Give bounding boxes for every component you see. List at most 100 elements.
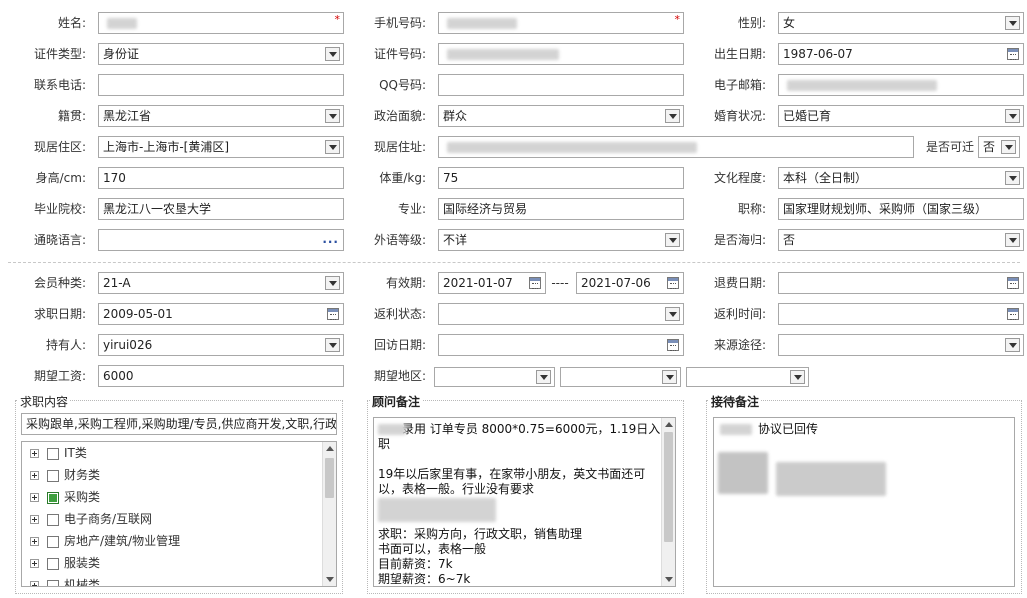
tree-scrollbar[interactable] <box>322 442 336 586</box>
expand-icon[interactable] <box>30 581 39 586</box>
idtype-select[interactable]: 身份证 <box>98 43 344 65</box>
scroll-up-icon[interactable] <box>665 422 673 427</box>
tree-item[interactable]: IT类 <box>30 442 87 464</box>
overseas-value: 否 <box>783 233 796 247</box>
chevron-down-icon[interactable] <box>1005 16 1020 30</box>
birth-date-field[interactable]: 1987-06-07 <box>778 43 1024 65</box>
chevron-down-icon[interactable] <box>325 47 340 61</box>
tree-item[interactable]: 房地产/建筑/物业管理 <box>30 530 180 552</box>
chevron-down-icon[interactable] <box>790 370 805 384</box>
tree-item[interactable]: 采购类 <box>30 486 100 508</box>
expand-icon[interactable] <box>30 449 39 458</box>
calendar-icon[interactable] <box>667 277 679 289</box>
school-field[interactable]: 黑龙江八一农垦大学 <box>98 198 344 220</box>
marital-value: 已婚已育 <box>783 109 832 123</box>
area-city-select[interactable] <box>560 367 681 387</box>
scroll-down-icon[interactable] <box>326 577 334 582</box>
chevron-down-icon[interactable] <box>665 233 680 247</box>
gender-select[interactable]: 女 <box>778 12 1024 34</box>
chevron-down-icon[interactable] <box>1005 233 1020 247</box>
checkbox[interactable] <box>47 469 59 482</box>
consultant-notes-textarea[interactable]: 录用 订单专员 8000*0.75=6000元，1.19日入 职 19年以后家里… <box>373 417 676 587</box>
native-select[interactable]: 黑龙江省 <box>98 105 344 127</box>
job-summary-field[interactable]: 采购跟单,采购工程师,采购助理/专员,供应商开发,文职,行政 <box>21 413 337 435</box>
checkbox[interactable] <box>47 557 59 570</box>
politics-select[interactable]: 群众 <box>438 105 684 127</box>
calendar-icon[interactable] <box>529 277 541 289</box>
checkbox[interactable] <box>47 579 59 586</box>
language-field[interactable]: ··· <box>98 229 344 251</box>
qq-field[interactable] <box>438 74 684 96</box>
weight-field[interactable]: 75 <box>438 167 684 189</box>
major-field[interactable]: 国际经济与贸易 <box>438 198 684 220</box>
notes-scrollbar[interactable] <box>661 418 675 586</box>
address-field[interactable] <box>438 136 914 158</box>
visit-date-field[interactable] <box>438 334 684 356</box>
jobdate-field[interactable]: 2009-05-01 <box>98 303 344 325</box>
foreign-select[interactable]: 不详 <box>438 229 684 251</box>
calendar-icon[interactable] <box>667 339 679 351</box>
title-field[interactable]: 国家理财规划师、采购师（国家三级） <box>778 198 1024 220</box>
scroll-up-icon[interactable] <box>326 446 334 451</box>
refund-date-field[interactable] <box>778 272 1024 294</box>
calendar-icon[interactable] <box>1007 308 1019 320</box>
idno-field[interactable] <box>438 43 684 65</box>
more-icon[interactable]: ··· <box>322 232 339 250</box>
chevron-down-icon[interactable] <box>1005 338 1020 352</box>
checkbox-checked[interactable] <box>47 491 59 504</box>
rebate-time-field[interactable] <box>778 303 1024 325</box>
chevron-down-icon[interactable] <box>1001 140 1016 154</box>
scroll-thumb[interactable] <box>325 458 334 498</box>
valid-from-field[interactable]: 2021-01-07 <box>438 272 546 294</box>
expand-icon[interactable] <box>30 537 39 546</box>
chevron-down-icon[interactable] <box>325 338 340 352</box>
member-type-select[interactable]: 21-A <box>98 272 344 294</box>
job-category-tree[interactable]: IT类 财务类 采购类 电子商务/互联网 房地产/建筑/物业管理 服装类 机械类 <box>21 441 337 587</box>
email-field[interactable] <box>778 74 1024 96</box>
tree-item[interactable]: 电子商务/互联网 <box>30 508 152 530</box>
chevron-down-icon[interactable] <box>1005 171 1020 185</box>
tree-item[interactable]: 服装类 <box>30 552 100 574</box>
marital-select[interactable]: 已婚已育 <box>778 105 1024 127</box>
expand-icon[interactable] <box>30 559 39 568</box>
scroll-down-icon[interactable] <box>665 577 673 582</box>
expand-icon[interactable] <box>30 471 39 480</box>
phone-field[interactable]: * <box>438 12 684 34</box>
expand-icon[interactable] <box>30 515 39 524</box>
name-field[interactable]: * <box>98 12 344 34</box>
source-select[interactable] <box>778 334 1024 356</box>
expand-icon[interactable] <box>30 493 39 502</box>
checkbox[interactable] <box>47 513 59 526</box>
note-line: 职 <box>378 437 391 451</box>
holder-select[interactable]: yirui026 <box>98 334 344 356</box>
scroll-thumb[interactable] <box>664 432 673 542</box>
tree-item[interactable]: 机械类 <box>30 574 100 586</box>
area-district-select[interactable] <box>686 367 809 387</box>
education-select[interactable]: 本科（全日制） <box>778 167 1024 189</box>
checkbox[interactable] <box>47 447 59 460</box>
chevron-down-icon[interactable] <box>665 307 680 321</box>
residence-select[interactable]: 上海市-上海市-[黄浦区] <box>98 136 344 158</box>
checkbox[interactable] <box>47 535 59 548</box>
salary-field[interactable]: 6000 <box>98 365 344 387</box>
chevron-down-icon[interactable] <box>325 109 340 123</box>
politics-value: 群众 <box>443 109 468 123</box>
calendar-icon[interactable] <box>1007 48 1019 60</box>
chevron-down-icon[interactable] <box>325 140 340 154</box>
reception-notes-textarea[interactable]: 协议已回传 <box>713 417 1015 587</box>
chevron-down-icon[interactable] <box>662 370 677 384</box>
chevron-down-icon[interactable] <box>325 276 340 290</box>
tel-field[interactable] <box>98 74 344 96</box>
chevron-down-icon[interactable] <box>1005 109 1020 123</box>
valid-to-field[interactable]: 2021-07-06 <box>576 272 684 294</box>
chevron-down-icon[interactable] <box>665 109 680 123</box>
chevron-down-icon[interactable] <box>536 370 551 384</box>
area-province-select[interactable] <box>434 367 555 387</box>
height-field[interactable]: 170 <box>98 167 344 189</box>
calendar-icon[interactable] <box>327 308 339 320</box>
relocate-select[interactable]: 否 <box>978 136 1020 158</box>
calendar-icon[interactable] <box>1007 277 1019 289</box>
rebate-status-select[interactable] <box>438 303 684 325</box>
tree-item[interactable]: 财务类 <box>30 464 100 486</box>
overseas-select[interactable]: 否 <box>778 229 1024 251</box>
